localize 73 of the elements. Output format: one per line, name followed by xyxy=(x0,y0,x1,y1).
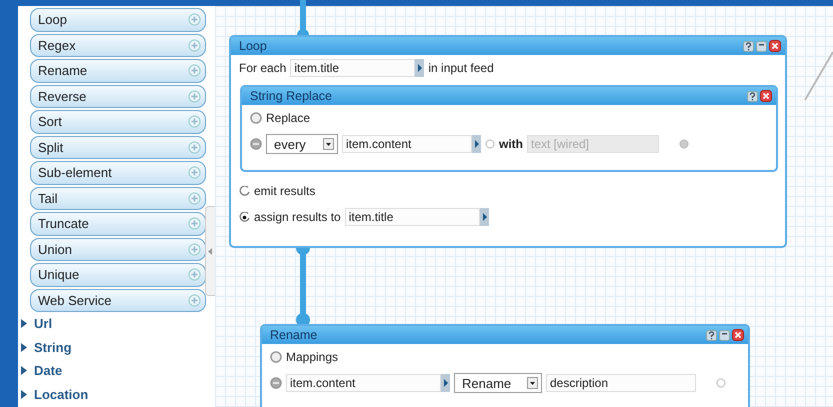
add-icon[interactable] xyxy=(188,38,201,52)
add-icon[interactable] xyxy=(188,294,201,307)
radio-button[interactable] xyxy=(239,186,250,196)
input-field[interactable]: item.title xyxy=(344,208,480,226)
module-button[interactable]: Sort xyxy=(30,110,206,134)
radio-button[interactable] xyxy=(239,212,250,222)
collapse-handle[interactable] xyxy=(205,206,215,296)
add-icon[interactable] xyxy=(188,90,201,103)
mode-dropdown[interactable]: every xyxy=(266,134,338,154)
terminal-icon[interactable] xyxy=(716,378,726,388)
add-icon[interactable] xyxy=(188,13,201,26)
close-icon[interactable] xyxy=(760,90,772,102)
input-field[interactable]: item.title xyxy=(290,59,416,77)
category-item[interactable]: Url xyxy=(20,312,215,336)
terminal-icon[interactable] xyxy=(250,112,262,124)
field-label: in input feed xyxy=(428,61,494,75)
module-button[interactable]: Sub-element xyxy=(30,161,206,184)
section-label: Replace xyxy=(266,111,310,125)
terminal-icon[interactable] xyxy=(270,351,282,363)
add-icon[interactable] xyxy=(188,242,201,256)
add-icon[interactable] xyxy=(188,64,201,78)
module-title: Rename xyxy=(270,328,318,342)
module-button[interactable]: Tail xyxy=(30,186,206,210)
module-button[interactable]: Reverse xyxy=(30,84,206,108)
terminal-icon[interactable] xyxy=(250,138,262,150)
dropdown-caret-icon xyxy=(323,138,334,150)
module-title-bar[interactable]: Rename xyxy=(262,326,748,344)
module-title-bar[interactable]: String Replace xyxy=(242,87,776,105)
close-icon[interactable] xyxy=(732,329,744,341)
add-icon[interactable] xyxy=(188,166,201,180)
add-icon[interactable] xyxy=(188,268,201,282)
help-icon[interactable] xyxy=(747,90,758,102)
dropdown-caret-icon xyxy=(527,377,538,389)
module-title-bar[interactable]: Loop xyxy=(231,37,785,55)
category-label: Url xyxy=(34,316,52,332)
radio-label: emit results xyxy=(254,184,316,198)
field-label: For each xyxy=(239,61,286,75)
module-button[interactable]: Web Service xyxy=(30,288,206,312)
input-field[interactable]: description xyxy=(546,374,696,392)
category-label: Location xyxy=(34,386,88,402)
radio-label: assign results to xyxy=(254,210,341,224)
category-item[interactable]: Location xyxy=(20,382,215,406)
terminal-icon[interactable] xyxy=(270,377,282,389)
action-dropdown[interactable]: Rename xyxy=(454,373,542,393)
module-button[interactable]: Unique xyxy=(30,263,206,286)
module-button[interactable]: Rename xyxy=(30,59,206,82)
input-field[interactable]: item.content xyxy=(342,135,472,153)
module-title: String Replace xyxy=(250,89,332,103)
help-icon[interactable] xyxy=(743,40,754,52)
module-button[interactable]: Truncate xyxy=(30,212,206,236)
category-item[interactable]: String xyxy=(20,336,215,359)
help-icon[interactable] xyxy=(706,330,717,340)
terminal-icon[interactable] xyxy=(485,139,495,149)
field-label: with xyxy=(499,137,523,151)
add-icon[interactable] xyxy=(188,115,201,128)
module-title: Loop xyxy=(239,39,267,53)
minimize-icon[interactable] xyxy=(756,40,767,52)
add-icon[interactable] xyxy=(188,140,201,154)
category-label: String xyxy=(34,340,72,355)
input-field[interactable]: item.content xyxy=(286,374,441,392)
section-label: Mappings xyxy=(286,350,338,364)
module-button[interactable]: Loop xyxy=(30,8,206,32)
module-button[interactable]: Union xyxy=(30,238,206,261)
minimize-icon[interactable] xyxy=(719,330,730,340)
category-label: Date xyxy=(34,363,62,378)
module-button[interactable]: Regex xyxy=(30,34,206,57)
category-item[interactable]: Date xyxy=(20,359,215,382)
close-icon[interactable] xyxy=(769,40,781,52)
input-field: text [wired] xyxy=(527,135,659,153)
add-icon[interactable] xyxy=(188,217,201,230)
add-icon[interactable] xyxy=(188,192,201,205)
terminal-icon[interactable] xyxy=(679,139,689,149)
module-button[interactable]: Split xyxy=(30,136,206,159)
